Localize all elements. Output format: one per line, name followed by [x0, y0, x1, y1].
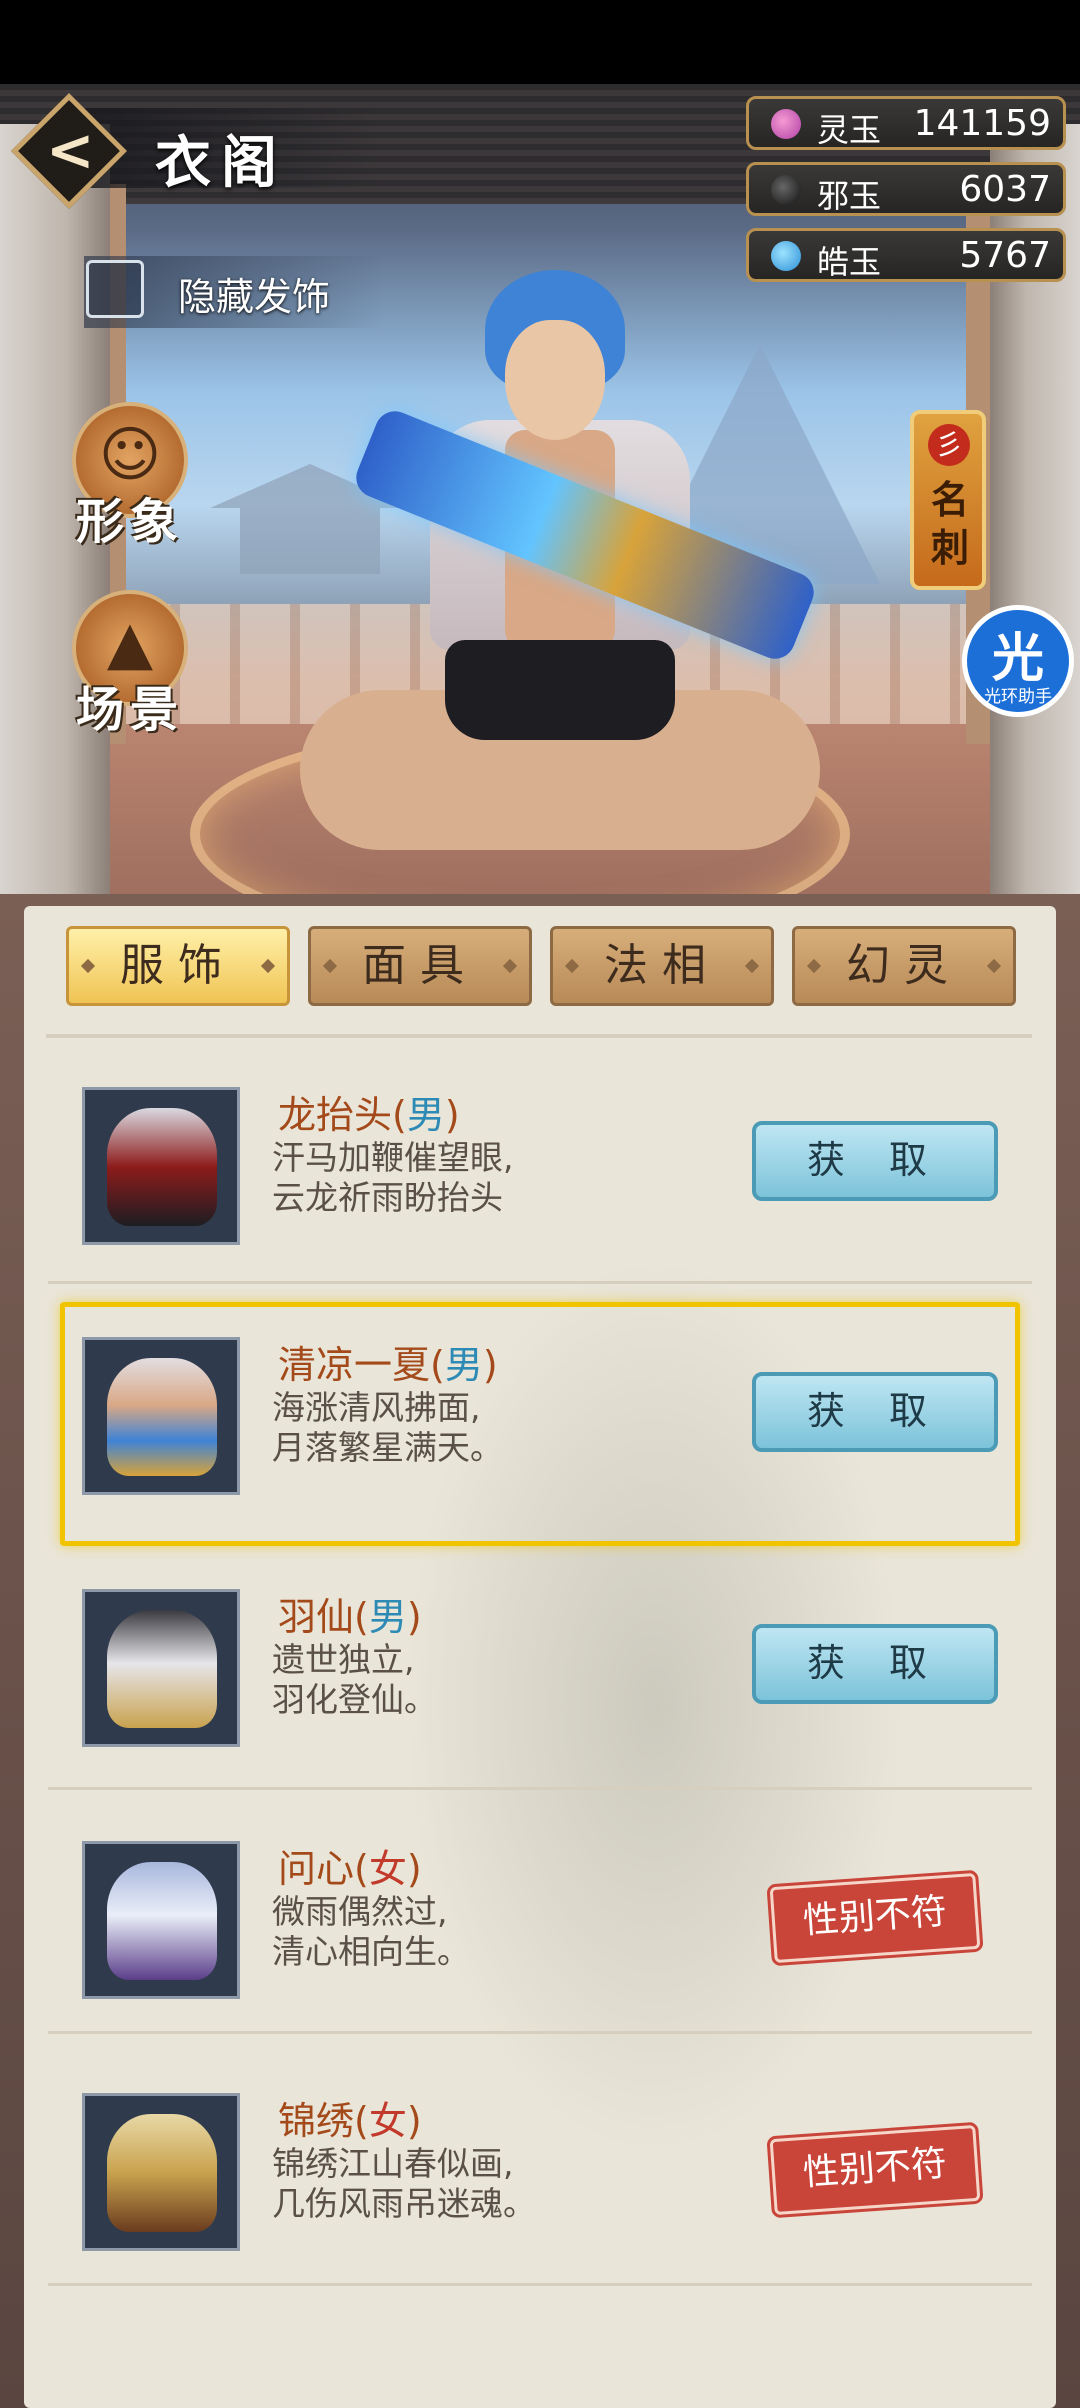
currency-value: 141159 — [913, 103, 1051, 144]
tab-mask[interactable]: 面具 — [308, 926, 532, 1006]
portrait-icon: ☺ — [98, 420, 162, 490]
bright-jade-icon — [771, 241, 801, 271]
currency-value: 5767 — [959, 235, 1051, 276]
obtain-button[interactable]: 获 取 — [752, 1372, 998, 1452]
evil-jade-icon — [771, 175, 801, 205]
summer-outfit-icon — [107, 1358, 217, 1476]
hide-accessory-checkbox[interactable] — [86, 260, 144, 318]
spirit-jade-icon — [771, 109, 801, 139]
hide-accessory-label: 隐藏发饰 — [178, 275, 331, 319]
appearance-label: 形象 — [76, 494, 185, 550]
character-model[interactable] — [300, 270, 820, 890]
assistant-button[interactable]: 光 光环助手 — [962, 605, 1074, 717]
scene-label: 场景 — [76, 682, 185, 738]
tab-label: 法相 — [604, 940, 720, 991]
item-desc-line1: 海涨清风拂面, — [272, 1388, 481, 1427]
item-gender: 男 — [406, 1093, 445, 1137]
tab-label: 幻灵 — [846, 940, 962, 991]
obtain-button[interactable]: 获 取 — [752, 1121, 998, 1201]
gender-mismatch-badge: 性别不符 — [766, 2121, 984, 2219]
item-desc-line2: 清心相向生。 — [272, 1932, 470, 1971]
tab-dharma-form[interactable]: 法相 — [550, 926, 774, 1006]
item-thumbnail — [82, 1337, 240, 1495]
gender-mismatch-badge: 性别不符 — [766, 1869, 984, 1967]
item-thumbnail — [82, 1589, 240, 1747]
back-button[interactable]: < — [11, 93, 127, 209]
item-gender: 男 — [368, 1595, 407, 1639]
page-title: 衣阁 — [155, 130, 287, 196]
currency-value: 6037 — [959, 169, 1051, 210]
heart-dress-icon — [107, 1862, 217, 1980]
tab-label: 服饰 — [120, 940, 236, 991]
name-card-button[interactable]: 彡 名刺 — [910, 410, 986, 590]
item-desc-line1: 微雨偶然过, — [272, 1892, 448, 1931]
currency-spirit-jade[interactable]: 灵玉 141159 — [746, 96, 1066, 150]
currency-name: 皓玉 — [817, 243, 882, 281]
name-card-label: 名刺 — [930, 477, 969, 570]
brocade-armor-icon — [107, 2114, 217, 2232]
item-desc-line2: 云龙祈雨盼抬头 — [272, 1178, 503, 1217]
item-gender: 男 — [444, 1343, 483, 1387]
item-desc-line1: 锦绣江山春似画, — [272, 2144, 514, 2183]
item-desc-line2: 几伤风雨吊迷魂。 — [272, 2184, 536, 2223]
assistant-label: 光环助手 — [984, 687, 1052, 707]
item-name: 问心(女) — [278, 1847, 422, 1891]
currency-name: 灵玉 — [817, 111, 882, 149]
chevron-left-icon: < — [46, 116, 95, 184]
item-name: 龙抬头(男) — [278, 1093, 460, 1137]
item-name: 清凉一夏(男) — [278, 1343, 498, 1387]
currency-bright-jade[interactable]: 皓玉 5767 — [746, 228, 1066, 282]
tab-phantom-spirit[interactable]: 幻灵 — [792, 926, 1016, 1006]
character-head — [505, 320, 605, 440]
tab-label: 面具 — [362, 940, 478, 991]
currency-evil-jade[interactable]: 邪玉 6037 — [746, 162, 1066, 216]
feather-robe-icon — [107, 1610, 217, 1728]
divider — [46, 1034, 1032, 1038]
item-name: 锦绣(女) — [278, 2099, 422, 2143]
item-gender: 女 — [368, 1847, 407, 1891]
tab-clothing[interactable]: 服饰 — [66, 926, 290, 1006]
item-thumbnail — [82, 1087, 240, 1245]
obtain-button[interactable]: 获 取 — [752, 1624, 998, 1704]
item-gender: 女 — [368, 2099, 407, 2143]
item-thumbnail — [82, 1841, 240, 1999]
item-name: 羽仙(男) — [278, 1595, 422, 1639]
item-desc-line1: 汗马加鞭催望眼, — [272, 1138, 514, 1177]
assistant-logo-icon: 光 — [991, 629, 1044, 689]
item-thumbnail — [82, 2093, 240, 2251]
item-desc-line2: 羽化登仙。 — [272, 1680, 437, 1719]
item-desc-line1: 遗世独立, — [272, 1640, 415, 1679]
dragon-armor-icon — [107, 1108, 217, 1226]
currency-name: 邪玉 — [817, 177, 882, 215]
name-card-seal-icon: 彡 — [928, 424, 970, 466]
scene-icon: ▲ — [106, 608, 154, 678]
status-bar — [0, 0, 1080, 84]
item-desc-line2: 月落繁星满天。 — [272, 1428, 503, 1467]
character-shorts — [445, 640, 675, 740]
